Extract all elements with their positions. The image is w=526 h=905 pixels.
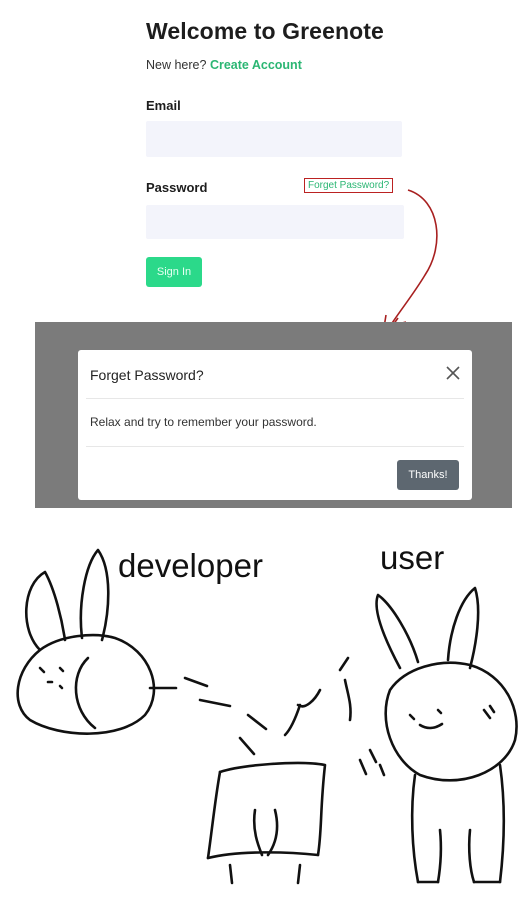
modal-body: Relax and try to remember your password. [90, 415, 317, 429]
modal-divider-bottom [86, 446, 464, 447]
close-icon[interactable] [442, 362, 464, 384]
comic-drawing [16, 548, 518, 885]
modal-title: Forget Password? [90, 367, 204, 383]
comic-panel: developer user [0, 510, 526, 900]
flipped-table [206, 688, 327, 885]
forgot-password-modal: Forget Password? Relax and try to rememb… [78, 350, 472, 500]
modal-divider-top [86, 398, 464, 399]
user-caption: user [380, 539, 445, 576]
motion-lines [148, 656, 386, 777]
developer-caption: developer [118, 547, 263, 584]
thanks-button[interactable]: Thanks! [397, 460, 459, 490]
annotation-arrow [381, 189, 438, 341]
user-bunny [375, 586, 518, 884]
